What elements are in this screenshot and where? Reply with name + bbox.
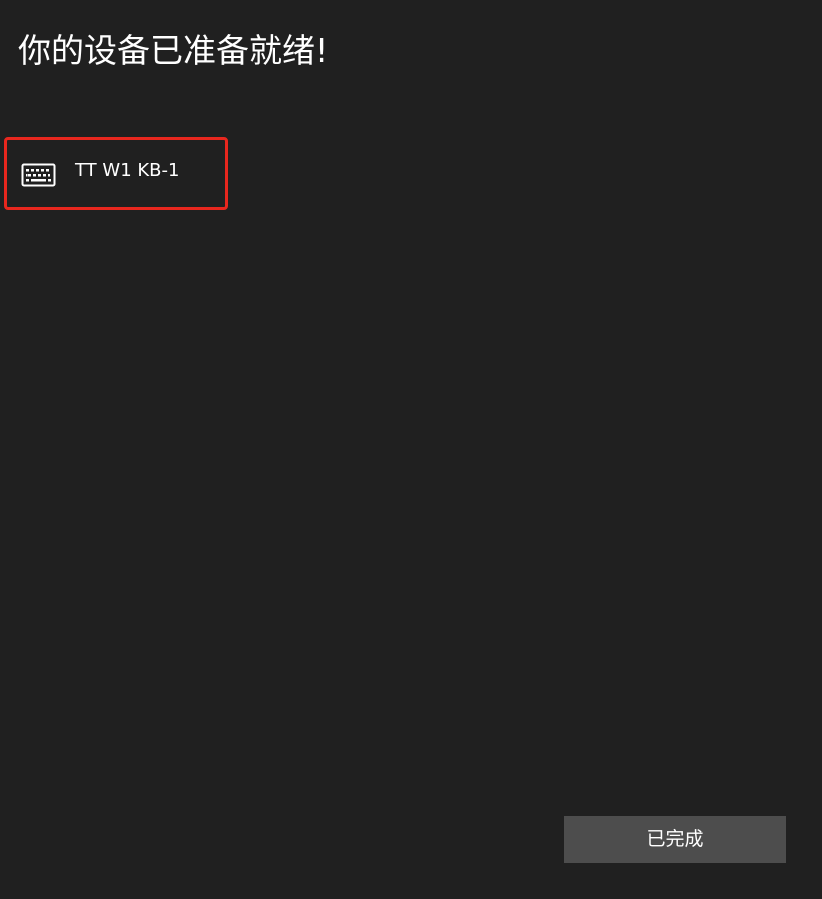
page-title: 你的设备已准备就绪! — [18, 31, 329, 70]
done-button[interactable]: 已完成 — [564, 816, 786, 863]
device-name: TT W1 KB-1 — [75, 160, 180, 181]
device-list-item[interactable]: TT W1 KB-1 — [4, 137, 228, 210]
keyboard-icon — [21, 163, 56, 187]
